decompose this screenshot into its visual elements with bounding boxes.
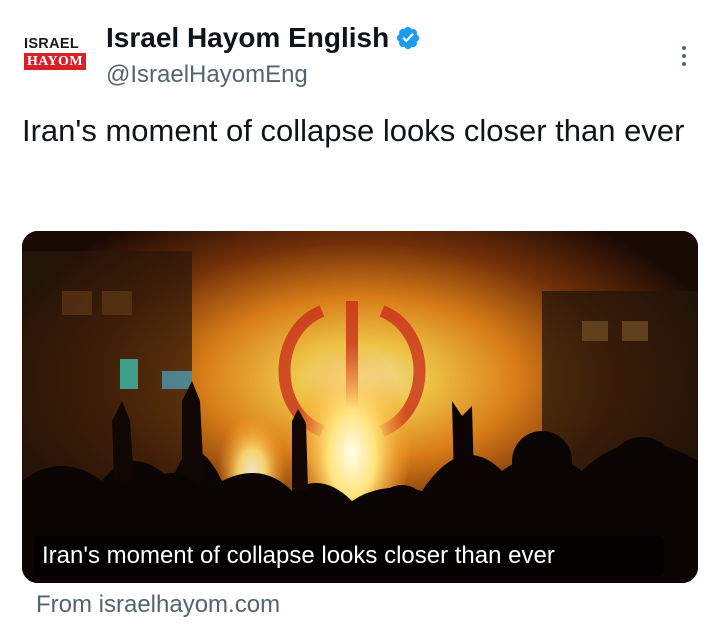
author-name-row: Israel Hayom English xyxy=(106,20,421,56)
link-card[interactable]: Iran's moment of collapse looks closer t… xyxy=(22,231,698,583)
avatar[interactable]: ISRAEL HAYOM xyxy=(22,36,88,76)
more-dot xyxy=(682,62,686,66)
tweet[interactable]: ISRAEL HAYOM Israel Hayom English @Israe… xyxy=(0,0,720,628)
avatar-logo-line1: ISRAEL xyxy=(24,36,79,52)
handle[interactable]: @IsraelHayomEng xyxy=(106,60,308,90)
card-caption: Iran's moment of collapse looks closer t… xyxy=(42,542,555,569)
more-dot xyxy=(682,54,686,58)
verified-badge-icon xyxy=(397,26,420,50)
tweet-text: Iran's moment of collapse looks closer t… xyxy=(22,113,685,148)
display-name[interactable]: Israel Hayom English xyxy=(106,21,389,55)
more-options-icon[interactable] xyxy=(668,40,700,72)
more-dot xyxy=(682,46,686,50)
avatar-logo-line2: HAYOM xyxy=(24,53,86,70)
card-source-link[interactable]: From israelhayom.com xyxy=(36,590,280,620)
card-image xyxy=(22,231,698,583)
